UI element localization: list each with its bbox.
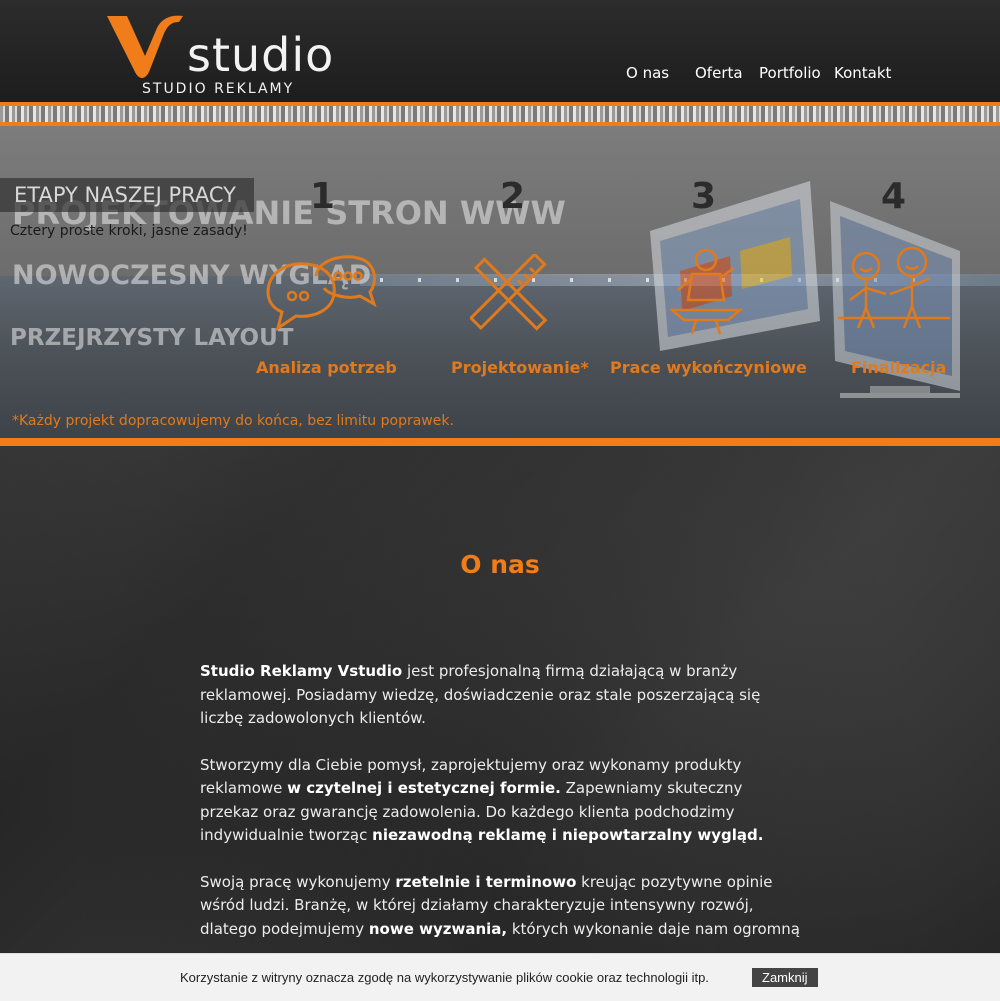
step-title: Analiza potrzeb — [256, 358, 397, 377]
site-header: studio STUDIO REKLAMY O nas Oferta Portf… — [0, 0, 1000, 102]
about-text: Studio Reklamy Vstudio jest profesjonaln… — [200, 660, 805, 964]
footnote: *Każdy projekt dopracowujemy do końca, b… — [12, 413, 454, 429]
nav-link-o-nas[interactable]: O nas — [626, 64, 669, 82]
about-emphasis: rzetelnie i terminowo — [395, 872, 577, 891]
about-run: których wykonanie daje nam ogromną — [507, 919, 800, 938]
blacksmith-anvil-icon — [668, 248, 744, 335]
about-emphasis: nowe wyzwania, — [368, 919, 508, 938]
logo[interactable]: studio STUDIO REKLAMY — [105, 10, 365, 100]
about-run: Swoją pracę wykonujemy — [200, 872, 396, 891]
nav-link-portfolio[interactable]: Portfolio — [759, 64, 821, 82]
about-paragraph: Swoją pracę wykonujemy rzetelnie i termi… — [200, 871, 805, 942]
step-title: Finalizacja — [851, 358, 947, 377]
nav-link-oferta[interactable]: Oferta — [695, 64, 743, 82]
texture-strip — [0, 106, 1000, 122]
about-title: O nas — [460, 550, 540, 579]
about-emphasis: Studio Reklamy Vstudio — [200, 662, 403, 680]
handshake-people-icon — [838, 246, 950, 329]
section-label: ETAPY NASZEJ PRACY — [0, 178, 254, 212]
chat-bubbles-icon — [266, 255, 377, 332]
orange-divider — [0, 438, 1000, 446]
ruler-pencil-icon — [470, 254, 548, 331]
cookie-text: Korzystanie z witryny oznacza zgodę na w… — [180, 970, 709, 985]
about-emphasis: niezawodną reklamę i niepowtarzalny wygl… — [372, 826, 764, 844]
about-paragraph: Stworzymy dla Ciebie pomysł, zaprojektuj… — [200, 754, 805, 848]
step-number: 4 — [881, 176, 907, 217]
step-number: 3 — [691, 176, 717, 217]
work-stages-section: PROJEKTOWANIE STRON WWW NOWOCZESNY WYGLĄ… — [0, 126, 1000, 438]
section-subtitle: Cztery proste kroki, jasne zasady! — [10, 223, 248, 239]
step-number: 1 — [310, 176, 336, 217]
logo-tagline: STUDIO REKLAMY — [142, 81, 295, 97]
about-emphasis: w czytelnej i estetycznej formie. — [287, 779, 561, 797]
step-number: 2 — [500, 176, 526, 217]
step-title: Prace wykończyniowe — [610, 358, 807, 377]
ghost-headline: PRZEJRZYSTY LAYOUT — [10, 325, 294, 351]
v-logo-icon — [107, 15, 183, 78]
step-title: Projektowanie* — [451, 358, 589, 377]
cookie-bar: Korzystanie z witryny oznacza zgodę na w… — [0, 953, 1000, 1001]
nav-link-kontakt[interactable]: Kontakt — [834, 64, 891, 82]
about-paragraph: Studio Reklamy Vstudio jest profesjonaln… — [200, 660, 805, 731]
close-cookie-button[interactable]: Zamknij — [752, 968, 818, 987]
logo-wordmark: studio — [187, 28, 335, 82]
